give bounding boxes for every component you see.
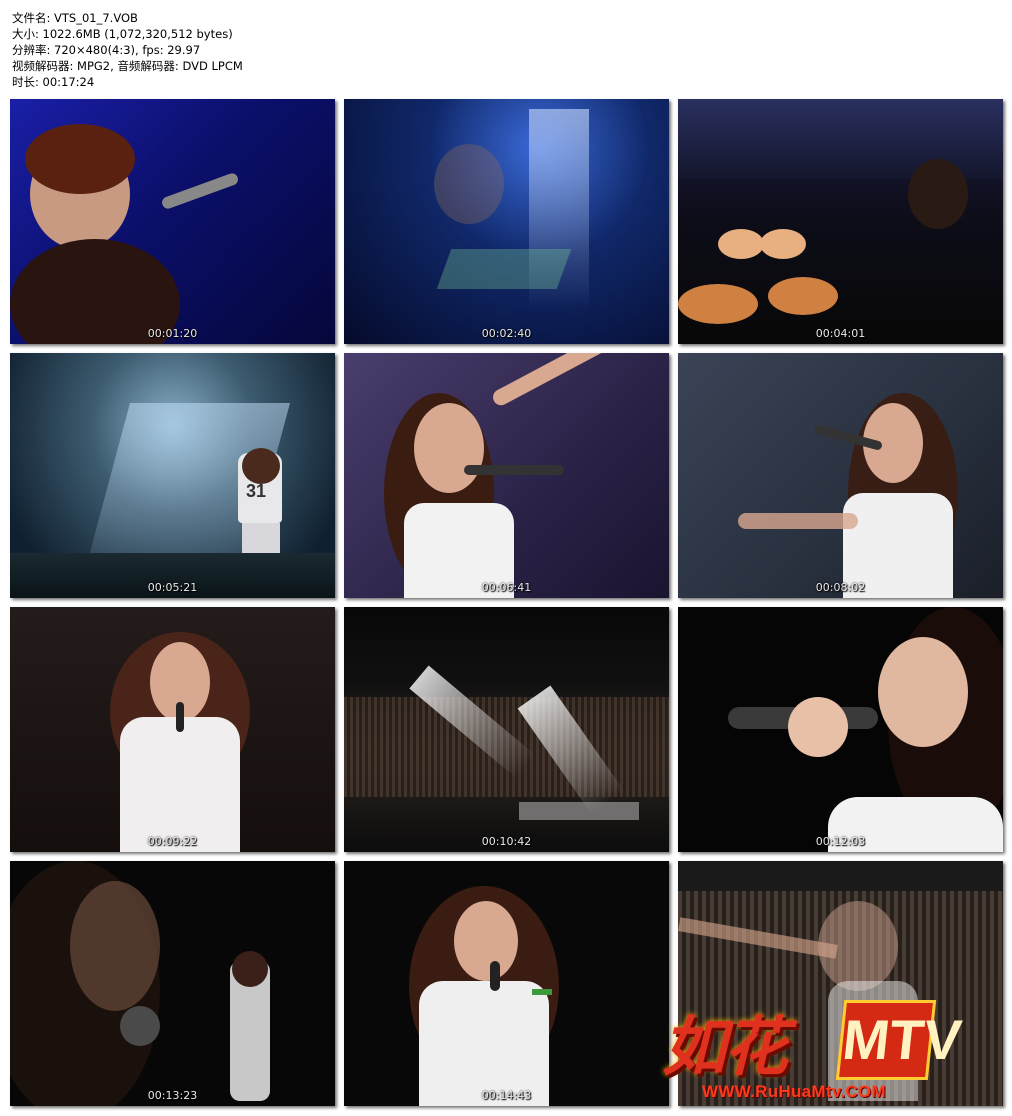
timestamp: 00:08:02 bbox=[815, 581, 866, 594]
watermark-url: WWW.RuHuaMtv.COM bbox=[702, 1082, 886, 1101]
timestamp: 00:02:40 bbox=[481, 327, 532, 340]
jersey-number: 31 bbox=[246, 481, 267, 501]
thumbnail-4[interactable]: 31 00:05:21 bbox=[10, 353, 335, 598]
timestamp: 00:04:01 bbox=[815, 327, 866, 340]
timestamp: 00:13:23 bbox=[147, 1089, 198, 1102]
thumbnail-2[interactable]: 00:02:40 bbox=[344, 99, 669, 344]
timestamp: 00:12:03 bbox=[815, 835, 866, 848]
thumbnail-8[interactable]: 00:10:42 bbox=[344, 607, 669, 852]
timestamp: 00:06:41 bbox=[481, 581, 532, 594]
timestamp: 00:09:22 bbox=[147, 835, 198, 848]
watermark-name: 如花 bbox=[662, 1010, 788, 1085]
watermark-mtv-mark: MTV bbox=[835, 1000, 965, 1080]
thumbnail-1[interactable]: 00:01:20 bbox=[10, 99, 335, 344]
timestamp: 00:05:21 bbox=[147, 581, 198, 594]
watermark-logo: 如花 MTV WWW.RuHuaMtv.COM bbox=[662, 996, 992, 1106]
thumbnail-10[interactable]: 00:13:23 bbox=[10, 861, 335, 1106]
timestamp: 00:10:42 bbox=[481, 835, 532, 848]
thumbnail-7[interactable]: 00:09:22 bbox=[10, 607, 335, 852]
timestamp: 00:14:43 bbox=[481, 1089, 532, 1102]
thumbnail-grid: 00:01:20 00:02:40 00:04:01 31 00:05:21 0… bbox=[0, 0, 1012, 1116]
thumbnail-9[interactable]: 00:12:03 bbox=[678, 607, 1003, 852]
thumbnail-6[interactable]: 00:08:02 bbox=[678, 353, 1003, 598]
thumbnail-5[interactable]: 00:06:41 bbox=[344, 353, 669, 598]
thumbnail-11[interactable]: 00:14:43 bbox=[344, 861, 669, 1106]
thumbnail-3[interactable]: 00:04:01 bbox=[678, 99, 1003, 344]
timestamp: 00:01:20 bbox=[147, 327, 198, 340]
